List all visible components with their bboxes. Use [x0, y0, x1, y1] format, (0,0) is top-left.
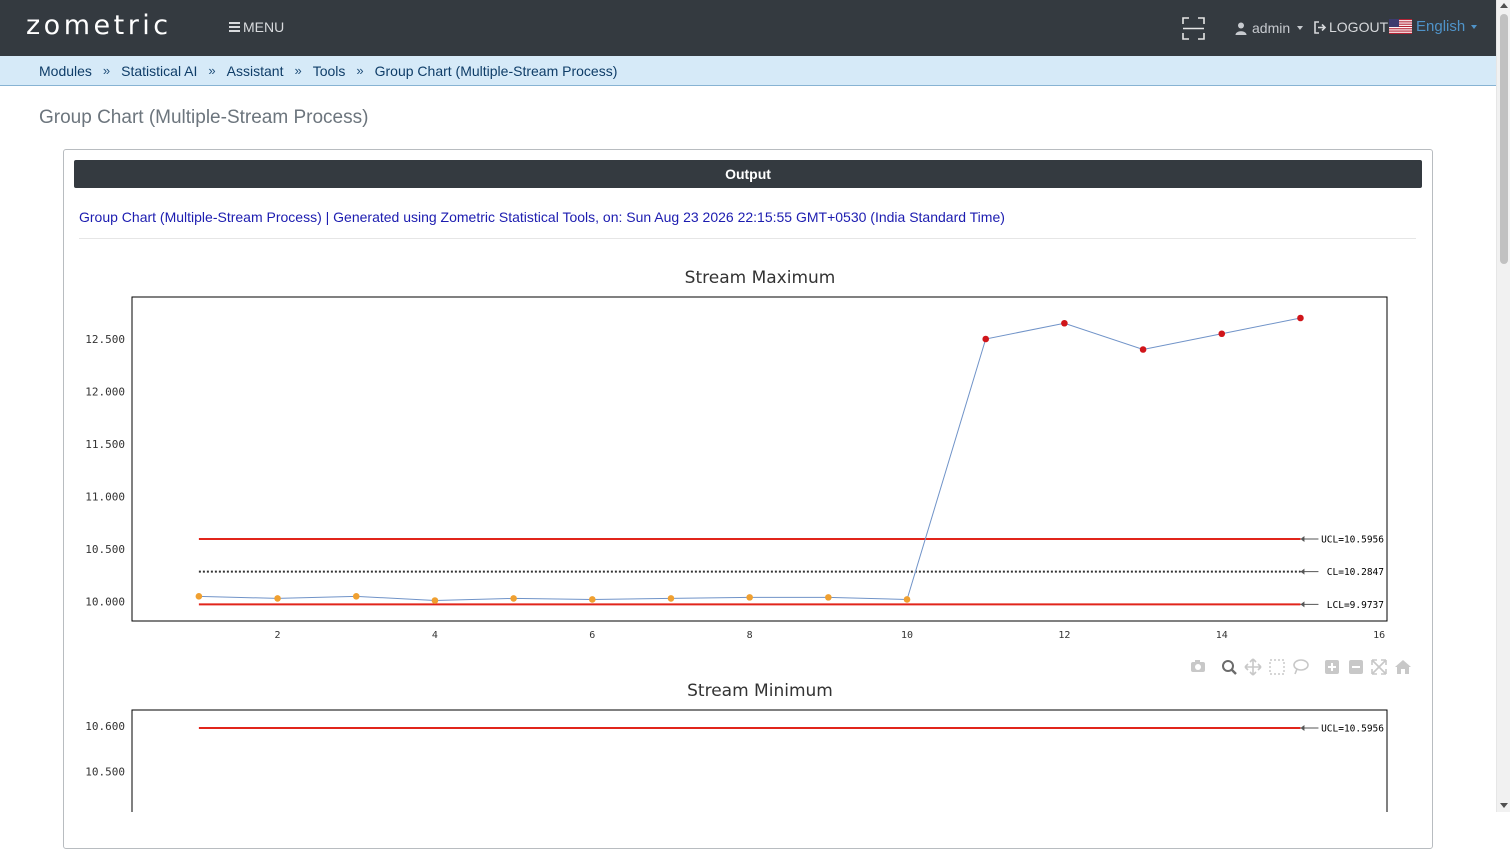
x-tick-label: 14	[1216, 630, 1228, 641]
zoom-out-icon[interactable]	[1349, 660, 1363, 674]
scrollbar-thumb[interactable]	[1500, 14, 1508, 264]
lcl-line-label: LCL=9.9737	[1327, 600, 1384, 611]
out-of-control-point	[1297, 314, 1304, 322]
y-tick-label: 10.000	[85, 596, 125, 609]
stream-maximum-chart[interactable]: 10.000 10.500 11.000 11.500 12.000 12.500 2 4 6 8…	[0, 0, 1496, 812]
x-tick-label: 10	[901, 630, 913, 641]
ucl-line-label: UCL=10.5956	[1321, 723, 1384, 734]
out-of-control-point	[1061, 319, 1068, 327]
data-point	[667, 595, 675, 602]
out-of-control-point	[982, 335, 990, 343]
data-point	[825, 594, 832, 601]
x-tick-label: 12	[1058, 630, 1070, 641]
y-tick-label: 10.500	[85, 766, 125, 779]
y-tick-label: 12.000	[85, 386, 125, 399]
autoscale-icon[interactable]	[1371, 659, 1387, 675]
y-tick-label: 11.000	[85, 491, 125, 504]
y-tick-label: 10.500	[85, 543, 125, 556]
y-tick-label: 10.600	[85, 720, 125, 733]
data-point	[195, 593, 203, 600]
y-tick-label: 12.500	[85, 333, 125, 346]
data-point	[588, 596, 596, 603]
data-point	[352, 593, 360, 600]
chart-modebar	[1191, 658, 1411, 676]
box-select-icon[interactable]	[1269, 659, 1285, 675]
x-tick-label: 16	[1373, 630, 1385, 641]
zoom-in-icon[interactable]	[1325, 660, 1339, 674]
data-point	[431, 597, 439, 604]
data-point	[746, 594, 753, 601]
scroll-up-icon[interactable]	[1500, 3, 1508, 8]
cl-line-label: CL=10.2847	[1327, 567, 1384, 578]
plot-area	[131, 709, 1388, 812]
x-tick-label: 6	[589, 630, 595, 641]
camera-icon[interactable]	[1191, 660, 1205, 672]
data-point	[274, 595, 281, 602]
lasso-icon[interactable]	[1293, 659, 1309, 675]
x-tick-label: 8	[747, 630, 753, 641]
data-point	[903, 596, 911, 603]
x-tick-label: 4	[432, 630, 438, 641]
out-of-control-point	[1218, 330, 1226, 338]
x-tick-label: 2	[275, 630, 281, 641]
y-tick-label: 11.500	[85, 438, 125, 451]
zoom-icon[interactable]	[1222, 660, 1237, 675]
scroll-down-icon[interactable]	[1500, 803, 1508, 808]
vertical-scrollbar[interactable]	[1496, 0, 1510, 812]
pan-icon[interactable]	[1244, 658, 1262, 676]
ucl-line-label: UCL=10.5956	[1321, 535, 1384, 546]
reset-axes-icon[interactable]	[1395, 660, 1411, 674]
out-of-control-point	[1139, 346, 1147, 353]
data-point	[510, 595, 517, 602]
